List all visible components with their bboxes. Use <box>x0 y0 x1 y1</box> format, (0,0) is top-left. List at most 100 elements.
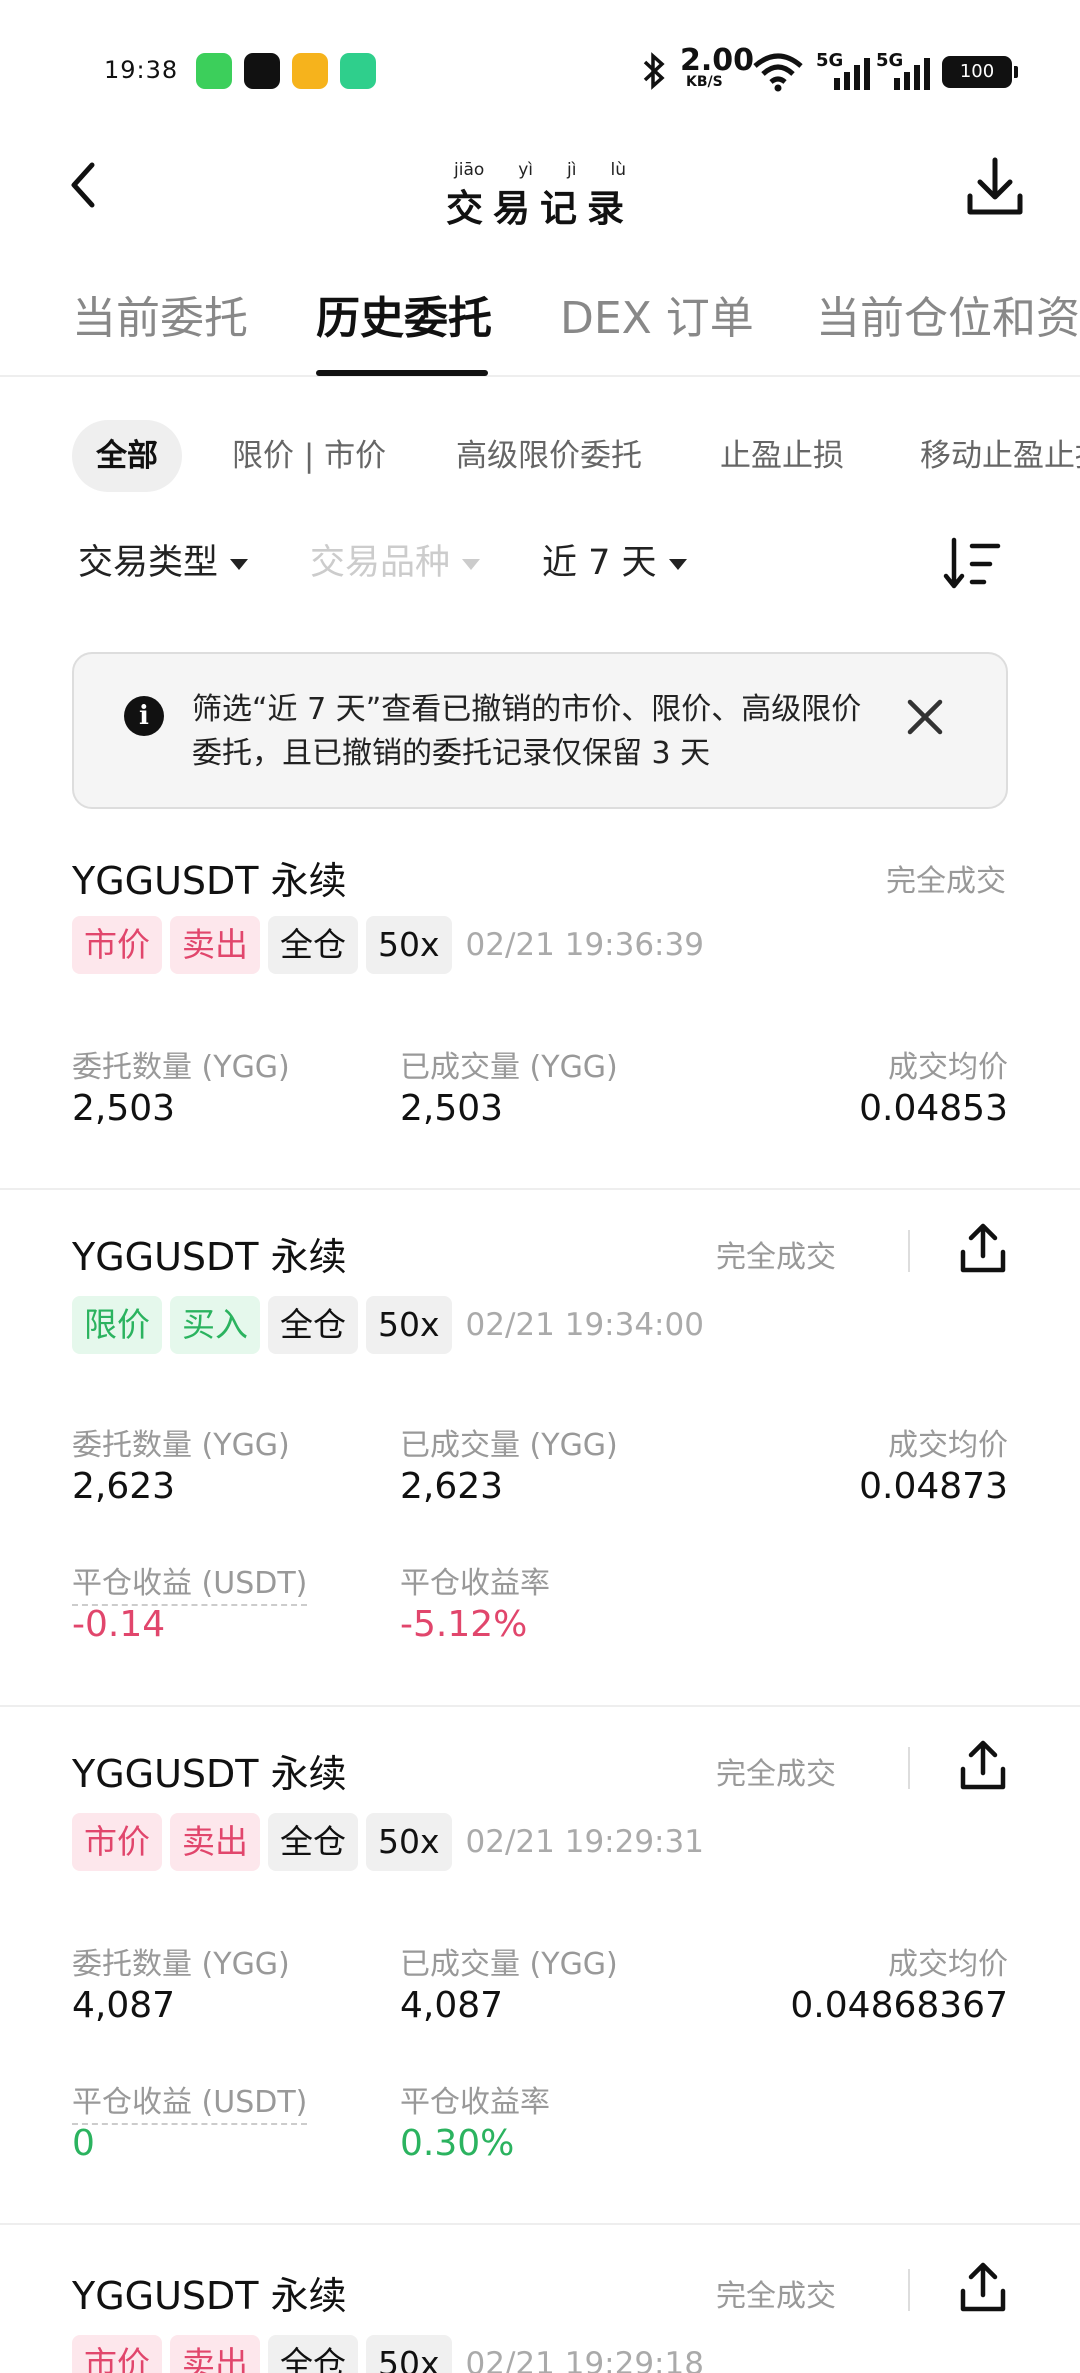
product-filter: 交易品种 <box>310 534 481 585</box>
chip-advanced-limit[interactable]: 高级限价委托 <box>456 420 642 492</box>
order-type-tag: 市价 <box>72 916 162 974</box>
share-icon[interactable] <box>955 1737 1011 1793</box>
close-icon[interactable] <box>904 696 946 738</box>
order-card[interactable]: YGGUSDT 永续 完全成交 市价 卖出 全仓 50x 02/21 19:29:31 … <box>0 1707 1080 2225</box>
info-icon: i <box>124 696 164 736</box>
back-button[interactable] <box>60 155 110 215</box>
order-symbol: YGGUSDT 永续 <box>72 1235 347 1279</box>
phone-app-icon <box>196 53 232 89</box>
leverage-tag: 50x <box>366 1813 452 1871</box>
download-icon[interactable] <box>960 152 1030 222</box>
order-type-tag: 市价 <box>72 2335 162 2373</box>
avg-price-value: 0.04853 <box>859 1088 1008 1129</box>
divider <box>908 1747 910 1789</box>
chevron-down-icon <box>462 558 481 570</box>
pnl-label[interactable]: 平仓收益 (USDT) <box>72 2077 308 2125</box>
order-side-tag: 卖出 <box>170 2335 260 2373</box>
order-side-tag: 买入 <box>170 1296 260 1354</box>
battery-app-icon <box>340 53 376 89</box>
leverage-tag: 50x <box>366 2335 452 2373</box>
status-bar: 19:38 2.00 KB/S 5G 5G 100 <box>0 0 1080 140</box>
pnl-rate-value: -5.12% <box>400 1604 528 1645</box>
pnl-rate-value: 0.30% <box>400 2123 515 2164</box>
title-pinyin: jiāo yì jì lù <box>454 160 626 180</box>
clock: 19:38 <box>104 56 179 84</box>
margin-mode-tag: 全仓 <box>268 1296 358 1354</box>
filled-qty-value: 2,503 <box>400 1088 504 1129</box>
network-speed: 2.00 KB/S <box>680 43 755 90</box>
chip-tp-sl[interactable]: 止盈止损 <box>720 420 844 492</box>
order-card[interactable]: YGGUSDT 永续 完全成交 市价 卖出 全仓 50x 02/21 19:29:18 <box>0 2225 1080 2373</box>
filter-bar: 交易类型 交易品种 近 7 天 <box>0 534 1080 604</box>
avg-price-label: 成交均价 <box>888 1428 1008 1463</box>
pnl-rate-label: 平仓收益率 <box>400 2085 550 2120</box>
bluetooth-icon <box>643 52 665 90</box>
order-status: 完全成交 <box>716 2279 836 2314</box>
signal-2: 5G <box>876 50 932 90</box>
divider <box>908 2269 910 2311</box>
margin-mode-tag: 全仓 <box>268 916 358 974</box>
chip-limit-market[interactable]: 限价 | 市价 <box>232 420 386 492</box>
order-time: 02/21 19:34:00 <box>465 1307 704 1343</box>
leverage-tag: 50x <box>366 916 452 974</box>
order-tabs: 当前委托 历史委托 DEX 订单 当前仓位和资产 <box>0 282 1080 377</box>
order-qty-label: 委托数量 (YGG) <box>72 1947 290 1982</box>
chip-all[interactable]: 全部 <box>72 420 182 492</box>
active-tab-indicator <box>316 370 488 376</box>
avg-price-value: 0.04868367 <box>790 1985 1008 2026</box>
order-type-tag: 市价 <box>72 1813 162 1871</box>
order-symbol: YGGUSDT 永续 <box>72 2274 347 2318</box>
avg-price-label: 成交均价 <box>888 1947 1008 1982</box>
filled-qty-value: 4,087 <box>400 1985 504 2026</box>
wifi-icon <box>753 53 803 92</box>
order-time: 02/21 19:29:31 <box>465 1824 704 1860</box>
chip-trailing-stop[interactable]: 移动止盈止损 <box>920 420 1080 492</box>
order-qty-label: 委托数量 (YGG) <box>72 1050 290 1085</box>
notice-text: 筛选“近 7 天”查看已撤销的市价、限价、高级限价委托，且已撤销的委托记录仅保留… <box>192 692 862 771</box>
order-qty-value: 4,087 <box>72 1985 176 2026</box>
order-symbol: YGGUSDT 永续 <box>72 1752 347 1796</box>
info-notice: i 筛选“近 7 天”查看已撤销的市价、限价、高级限价委托，且已撤销的委托记录仅… <box>72 652 1008 809</box>
game-app-icon <box>244 53 280 89</box>
order-tags: 限价 买入 全仓 50x 02/21 19:34:00 <box>72 1296 704 1354</box>
order-tags: 市价 卖出 全仓 50x 02/21 19:29:31 <box>72 1813 704 1871</box>
pnl-value: -0.14 <box>72 1604 166 1645</box>
signal-1: 5G <box>816 50 872 90</box>
order-status: 完全成交 <box>886 864 1006 899</box>
order-time: 02/21 19:29:18 <box>465 2346 704 2373</box>
tab-positions-assets[interactable]: 当前仓位和资产 <box>816 282 1080 346</box>
order-card[interactable]: YGGUSDT 永续 完全成交 市价 卖出 全仓 50x 02/21 19:36:39 … <box>0 820 1080 1190</box>
pnl-label[interactable]: 平仓收益 (USDT) <box>72 1558 308 1606</box>
battery-indicator: 100 <box>942 56 1018 88</box>
order-qty-value: 2,503 <box>72 1088 176 1129</box>
order-type-tag: 限价 <box>72 1296 162 1354</box>
trade-type-filter[interactable]: 交易类型 <box>78 534 249 585</box>
order-qty-label: 委托数量 (YGG) <box>72 1428 290 1463</box>
divider <box>908 1230 910 1272</box>
order-time: 02/21 19:36:39 <box>465 927 704 963</box>
tab-order-history[interactable]: 历史委托 <box>316 282 492 346</box>
order-card[interactable]: YGGUSDT 永续 完全成交 限价 买入 全仓 50x 02/21 19:34:00 … <box>0 1190 1080 1707</box>
order-symbol: YGGUSDT 永续 <box>72 859 347 903</box>
share-icon[interactable] <box>955 2259 1011 2315</box>
order-status: 完全成交 <box>716 1240 836 1275</box>
avg-price-value: 0.04873 <box>859 1466 1008 1507</box>
sort-icon[interactable] <box>940 530 1010 600</box>
tab-current-orders[interactable]: 当前委托 <box>72 282 248 346</box>
order-tags: 市价 卖出 全仓 50x 02/21 19:36:39 <box>72 916 704 974</box>
filled-qty-value: 2,623 <box>400 1466 504 1507</box>
tab-dex-orders[interactable]: DEX 订单 <box>560 282 754 346</box>
leverage-tag: 50x <box>366 1296 452 1354</box>
avg-price-label: 成交均价 <box>888 1050 1008 1085</box>
share-icon[interactable] <box>955 1220 1011 1276</box>
margin-mode-tag: 全仓 <box>268 2335 358 2373</box>
chevron-down-icon <box>668 558 687 570</box>
margin-mode-tag: 全仓 <box>268 1813 358 1871</box>
filled-qty-label: 已成交量 (YGG) <box>400 1947 618 1982</box>
pnl-rate-label: 平仓收益率 <box>400 1566 550 1601</box>
order-status: 完全成交 <box>716 1757 836 1792</box>
date-range-filter[interactable]: 近 7 天 <box>542 534 687 585</box>
filled-qty-label: 已成交量 (YGG) <box>400 1050 618 1085</box>
order-side-tag: 卖出 <box>170 916 260 974</box>
filled-qty-label: 已成交量 (YGG) <box>400 1428 618 1463</box>
